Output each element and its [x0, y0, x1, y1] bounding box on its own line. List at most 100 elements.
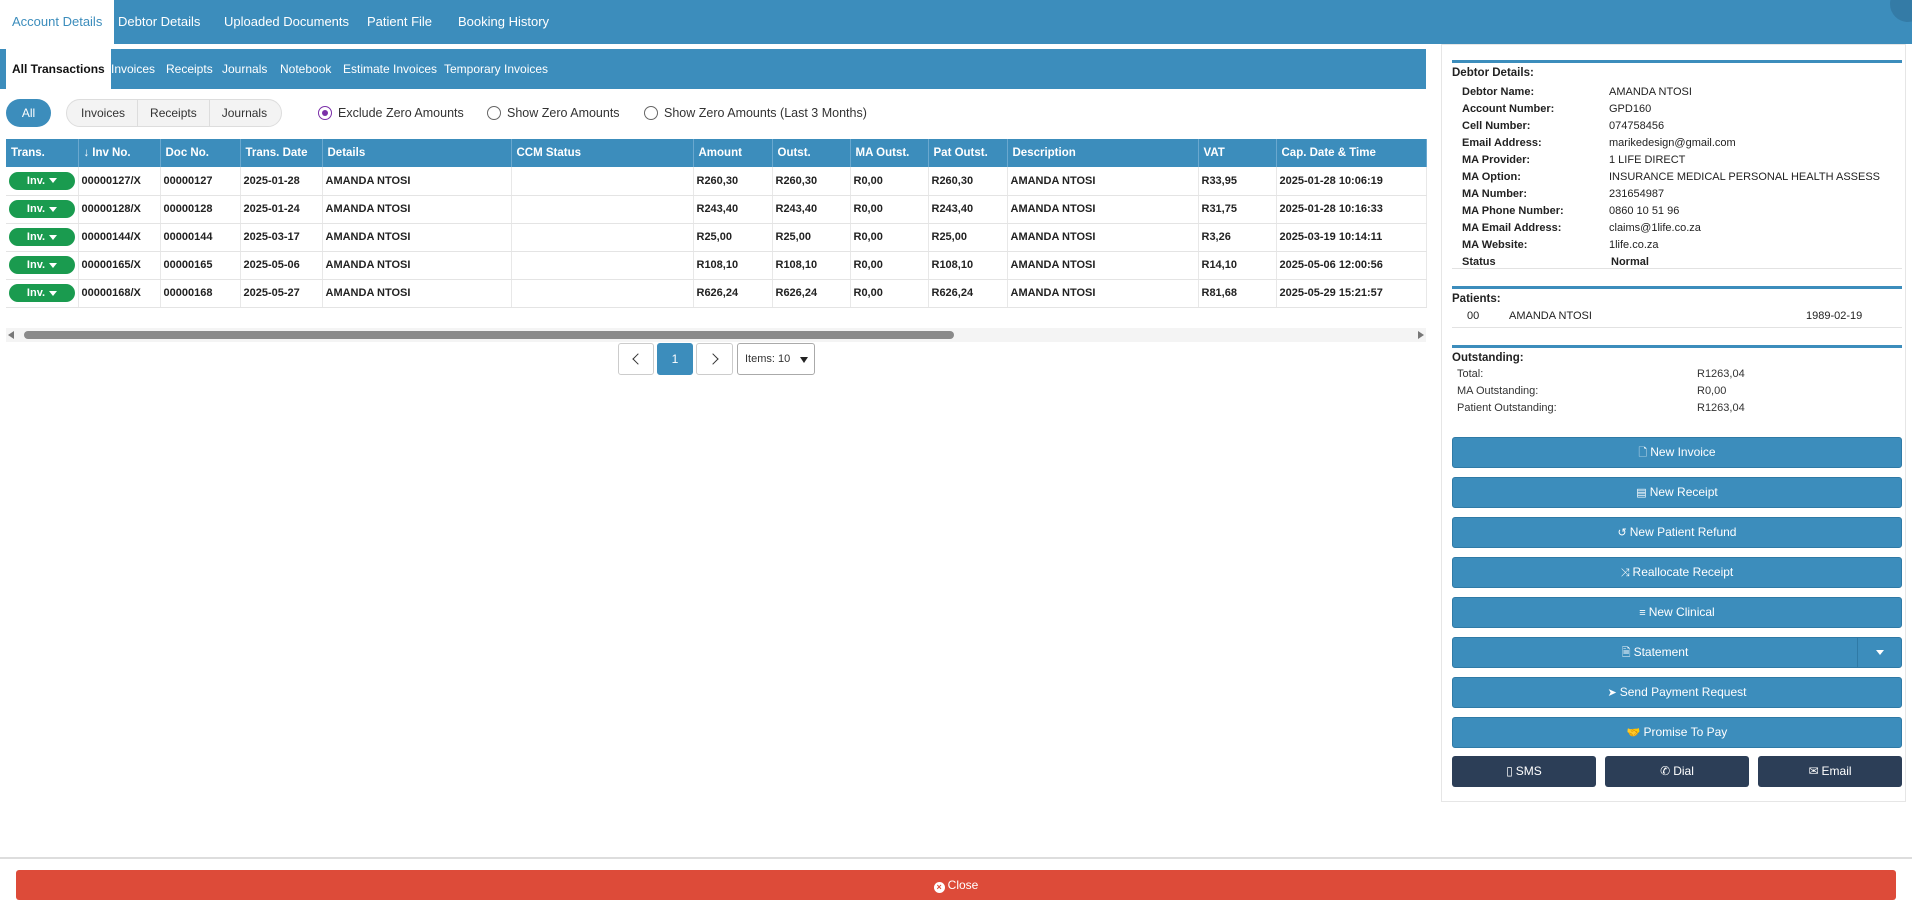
ma-outstanding-label: MA Outstanding: — [1457, 385, 1539, 397]
trans-dropdown-button[interactable]: Inv. — [9, 284, 75, 302]
prev-page-button[interactable] — [618, 343, 654, 375]
tab-account-details[interactable]: Account Details — [0, 0, 115, 46]
filter-all-button[interactable]: All — [6, 99, 51, 127]
mobile-icon: ▯ — [1506, 764, 1513, 778]
pat-outst-cell: R260,30 — [928, 167, 1008, 196]
inv-no-cell: 00000165/X — [78, 251, 161, 280]
new-clinical-button[interactable]: ≡ New Clinical — [1452, 597, 1902, 628]
table-row[interactable]: Inv. 00000127/X 00000127 2025-01-28 AMANDA N… — [6, 167, 1427, 196]
trans-dropdown-button[interactable]: Inv. — [9, 256, 75, 274]
trans-dropdown-button[interactable]: Inv. — [9, 200, 75, 218]
subtab-estimate-invoices[interactable]: Estimate Invoices — [337, 49, 443, 89]
reallocate-receipt-button[interactable]: ⤨ Reallocate Receipt — [1452, 557, 1902, 588]
debtor-field-value: marikedesign@gmail.com — [1609, 137, 1736, 149]
tab-patient-file[interactable]: Patient File — [355, 0, 444, 44]
items-per-page-select[interactable]: Items: 10 — [737, 343, 815, 375]
table-row[interactable]: Inv. 00000144/X 00000144 2025-03-17 AMANDA N… — [6, 223, 1427, 252]
radio-show-zero-3-months[interactable]: Show Zero Amounts (Last 3 Months) — [644, 104, 867, 122]
col-details[interactable]: Details — [322, 139, 512, 167]
scroll-left-icon[interactable] — [8, 331, 14, 339]
sort-down-icon: ↓ — [83, 147, 90, 159]
scrollbar-thumb[interactable] — [24, 331, 954, 339]
account-summary-panel: Debtor Details: Debtor Name: AMANDA NTOSI… — [1441, 44, 1906, 802]
debtor-field-value: 1 LIFE DIRECT — [1609, 154, 1686, 166]
page-1-button[interactable]: 1 — [657, 343, 693, 375]
col-pat-outst[interactable]: Pat Outst. — [928, 139, 1008, 167]
col-trans[interactable]: Trans. — [6, 139, 79, 167]
details-cell: AMANDA NTOSI — [322, 279, 512, 308]
patient-dob: 1989-02-19 — [1806, 310, 1863, 322]
ma-outst-cell: R0,00 — [850, 223, 929, 252]
col-ccm-status[interactable]: CCM Status — [511, 139, 694, 167]
doc-no-cell: 00000128 — [160, 195, 241, 224]
ccm-status-cell — [511, 195, 694, 224]
vat-cell: R81,68 — [1198, 279, 1277, 308]
col-inv-no[interactable]: ↓ Inv No. — [78, 139, 161, 167]
new-invoice-button[interactable]: 🗋 New Invoice — [1452, 437, 1902, 468]
description-cell: AMANDA NTOSI — [1007, 167, 1199, 196]
col-inv-no-label: Inv No. — [92, 147, 131, 159]
trans-dropdown-button[interactable]: Inv. — [9, 228, 75, 246]
col-trans-date[interactable]: Trans. Date — [240, 139, 323, 167]
col-doc-no[interactable]: Doc No. — [160, 139, 241, 167]
tab-uploaded-documents[interactable]: Uploaded Documents — [212, 0, 361, 44]
chevron-left-icon — [631, 353, 644, 365]
trans-date-cell: 2025-03-17 — [240, 223, 323, 252]
cap-date-cell: 2025-03-19 10:14:11 — [1276, 223, 1427, 252]
table-header-row: Trans. ↓ Inv No. Doc No. Trans. Date Deta… — [6, 139, 1427, 167]
doc-no-cell: 00000168 — [160, 279, 241, 308]
table-row[interactable]: Inv. 00000165/X 00000165 2025-05-06 AMANDA N… — [6, 251, 1427, 280]
sms-button[interactable]: ▯ SMS — [1452, 756, 1596, 787]
receipt-icon: ▤ — [1636, 487, 1647, 499]
col-cap-date-time[interactable]: Cap. Date & Time — [1276, 139, 1427, 167]
statement-button[interactable]: 🗎 Statement — [1452, 637, 1902, 668]
vat-cell: R33,95 — [1198, 167, 1277, 196]
table-row[interactable]: Inv. 00000168/X 00000168 2025-05-27 AMANDA N… — [6, 279, 1427, 308]
dial-button[interactable]: ✆ Dial — [1605, 756, 1749, 787]
trans-cell: Inv. — [6, 223, 79, 252]
tab-debtor-details[interactable]: Debtor Details — [106, 0, 212, 44]
col-amount[interactable]: Amount — [693, 139, 773, 167]
trans-dropdown-button[interactable]: Inv. — [9, 171, 75, 190]
send-payment-request-button[interactable]: ➤ Send Payment Request — [1452, 677, 1902, 708]
ccm-status-cell — [511, 223, 694, 252]
inv-no-cell: 00000128/X — [78, 195, 161, 224]
filter-journals-button[interactable]: Journals — [208, 100, 280, 126]
ccm-status-cell — [511, 279, 694, 308]
promise-to-pay-button[interactable]: 🤝 Promise To Pay — [1452, 717, 1902, 748]
section-divider — [1452, 60, 1902, 63]
trans-button-label: Inv. — [26, 231, 46, 243]
subtab-all-transactions[interactable]: All Transactions — [6, 49, 111, 89]
radio-show-zero[interactable]: Show Zero Amounts — [487, 104, 620, 122]
radio-exclude-zero[interactable]: Exclude Zero Amounts — [318, 104, 464, 122]
tab-booking-history[interactable]: Booking History — [446, 0, 561, 44]
transactions-table: Trans. ↓ Inv No. Doc No. Trans. Date Deta… — [6, 139, 1427, 308]
col-vat[interactable]: VAT — [1198, 139, 1277, 167]
new-receipt-button[interactable]: ▤ New Receipt — [1452, 477, 1902, 508]
col-outst[interactable]: Outst. — [772, 139, 851, 167]
doc-no-cell: 00000144 — [160, 223, 241, 252]
next-page-button[interactable] — [696, 343, 733, 375]
cap-date-cell: 2025-05-06 12:00:56 — [1276, 251, 1427, 280]
subtab-receipts[interactable]: Receipts — [160, 49, 219, 89]
close-button[interactable]: × Close — [16, 870, 1896, 900]
debtor-field-value: GPD160 — [1609, 103, 1652, 115]
statement-dropdown-toggle[interactable] — [1857, 638, 1901, 667]
subtab-journals[interactable]: Journals — [216, 49, 273, 89]
new-patient-refund-button[interactable]: ↺ New Patient Refund — [1452, 517, 1902, 548]
horizontal-scrollbar[interactable] — [6, 328, 1426, 342]
filter-receipts-button[interactable]: Receipts — [137, 100, 209, 126]
ma-outst-cell: R0,00 — [850, 167, 929, 196]
scroll-right-icon[interactable] — [1418, 331, 1424, 339]
amount-cell: R243,40 — [693, 195, 773, 224]
subtab-invoices[interactable]: Invoices — [105, 49, 161, 89]
filter-invoices-button[interactable]: Invoices — [69, 100, 138, 126]
col-description[interactable]: Description — [1007, 139, 1199, 167]
radio-unchecked-icon — [644, 106, 658, 120]
subtab-temporary-invoices[interactable]: Temporary Invoices — [438, 49, 554, 89]
inv-no-cell: 00000127/X — [78, 167, 161, 196]
subtab-notebook[interactable]: Notebook — [274, 49, 337, 89]
email-button[interactable]: ✉ Email — [1758, 756, 1902, 787]
col-ma-outst[interactable]: MA Outst. — [850, 139, 929, 167]
table-row[interactable]: Inv. 00000128/X 00000128 2025-01-24 AMANDA N… — [6, 195, 1427, 224]
